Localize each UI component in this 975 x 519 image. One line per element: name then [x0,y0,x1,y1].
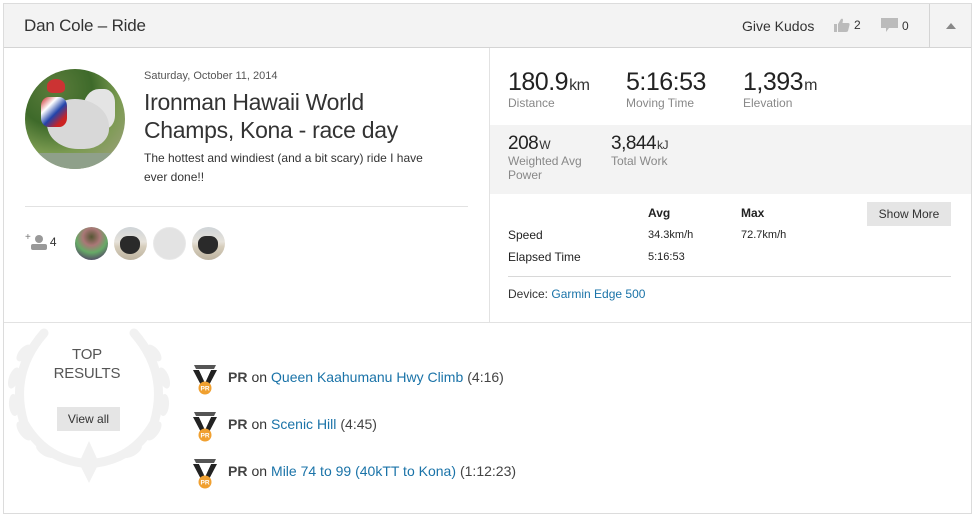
svg-text:PR: PR [200,479,209,486]
secondary-stats: 208W Weighted Avg Power 3,844kJ Total Wo… [490,125,971,194]
top-results-section: TOP RESULTS View all PR PR on Queen Kaah… [4,323,971,513]
power-label: Weighted Avg Power [508,154,582,182]
speed-avg: 34.3km/h [648,229,694,241]
group-athletes [75,227,225,260]
elapsed-time-avg: 5:16:53 [648,251,685,263]
chevron-up-icon [945,23,956,29]
view-all-button[interactable]: View all [57,407,120,431]
top-results-title-line1: TOP [72,346,102,363]
athlete-avatar[interactable] [25,69,125,169]
pr-badge: PR [228,462,248,479]
kudos-count[interactable]: 2 [834,18,861,32]
device-link[interactable]: Garmin Edge 500 [551,287,645,301]
group-activity[interactable]: + 4 [25,231,57,250]
work-value: 3,844 [611,133,657,154]
distance-value: 180.9 [508,68,569,96]
activity-summary: Saturday, October 11, 2014 Ironman Hawai… [4,48,489,322]
divider [25,206,468,207]
pr-item: PR PR on Queen Kaahumanu Hwy Climb (4:16… [190,353,516,400]
pr-on-text: on [251,368,268,385]
pr-medal-icon: PR [193,411,217,441]
person-icon [30,235,47,250]
stat-moving-time: 5:16:53 Moving Time [626,68,706,110]
collapse-button[interactable] [930,4,971,48]
elevation-label: Elevation [743,96,793,110]
pr-on-text: on [251,462,268,479]
segment-link[interactable]: Queen Kaahumanu Hwy Climb [271,369,463,385]
row-label-elapsed-time: Elapsed Time [508,250,581,264]
pr-list: PR PR on Queen Kaahumanu Hwy Climb (4:16… [190,353,516,494]
power-unit: W [539,138,551,152]
elevation-value: 1,393 [743,68,804,96]
athlete-avatar-2[interactable] [114,227,147,260]
speed-max: 72.7km/h [741,229,787,241]
row-label-speed: Speed [508,228,543,242]
work-unit: kJ [657,138,669,152]
activity-card: Dan Cole – Ride Give Kudos 2 0 Saturday,… [3,3,972,514]
activity-header: Dan Cole – Ride Give Kudos 2 0 [4,4,971,48]
stat-elevation: 1,393m Elevation [743,68,817,110]
comment-count[interactable]: 0 [881,18,909,33]
segment-link[interactable]: Scenic Hill [271,416,336,432]
pr-badge: PR [228,368,248,385]
moving-time-value: 5:16:53 [626,68,706,96]
kudos-count-value: 2 [854,18,861,32]
pr-time: (4:16) [467,368,504,385]
activity-description: The hottest and windiest (and a bit scar… [144,151,423,184]
activity-date: Saturday, October 11, 2014 [144,70,278,82]
top-results-title: TOP RESULTS [37,345,137,383]
stat-distance: 180.9km Distance [508,68,590,110]
pr-item: PR PR on Mile 74 to 99 (40kTT to Kona) (… [190,447,516,494]
athlete-avatar-3[interactable] [153,227,186,260]
give-kudos-button[interactable]: Give Kudos [742,18,814,34]
show-more-button[interactable]: Show More [867,202,951,226]
athlete-avatar-4[interactable] [192,227,225,260]
work-label: Total Work [611,154,668,168]
thumbs-up-icon [834,18,850,32]
device-label: Device: [508,287,549,301]
segment-link[interactable]: Mile 74 to 99 (40kTT to Kona) [271,463,456,479]
pr-item: PR PR on Scenic Hill (4:45) [190,400,516,447]
device-info: Device: Garmin Edge 500 [508,287,645,301]
pr-medal-icon: PR [193,458,217,488]
distance-unit: km [569,77,590,94]
moving-time-label: Moving Time [626,96,695,110]
divider [508,276,951,277]
stat-total-work: 3,844kJ Total Work [611,133,669,168]
pr-badge: PR [228,415,248,432]
more-stats-table: Avg Max Show More Speed 34.3km/h 72.7km/… [490,194,971,322]
stat-weighted-power: 208W Weighted Avg Power [508,133,598,182]
primary-stats: 180.9km Distance 5:16:53 Moving Time 1,3… [490,48,971,125]
activity-title: Ironman Hawaii World Champs, Kona - race… [144,89,398,143]
pr-time: (4:45) [340,415,377,432]
column-header-avg: Avg [648,206,671,220]
svg-text:PR: PR [200,432,209,439]
activity-owner-title: Dan Cole – Ride [24,16,146,35]
column-header-max: Max [741,206,765,220]
comment-count-value: 0 [902,18,909,33]
comment-icon [881,18,898,32]
distance-label: Distance [508,96,555,110]
pr-time: (1:12:23) [459,462,517,479]
pr-on-text: on [251,415,268,432]
plus-sign: + [25,231,31,243]
svg-text:PR: PR [200,385,209,392]
athlete-avatar-1[interactable] [75,227,108,260]
activity-stats: 180.9km Distance 5:16:53 Moving Time 1,3… [490,48,971,322]
pr-medal-icon: PR [193,364,217,394]
group-count: 4 [49,235,57,249]
top-results-title-line2: RESULTS [53,365,121,382]
power-value: 208 [508,133,539,154]
elevation-unit: m [804,77,817,94]
